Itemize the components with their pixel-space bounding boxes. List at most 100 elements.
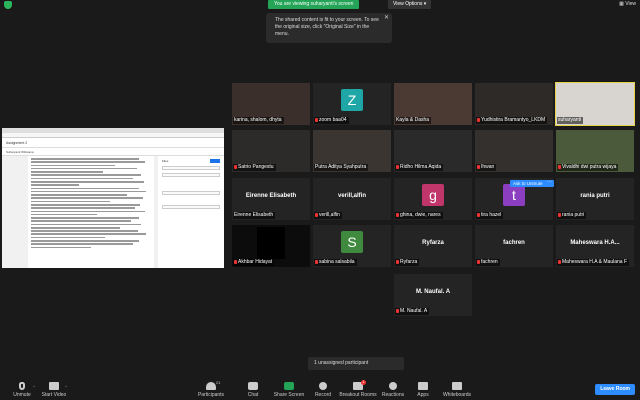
participants-count: 21 (216, 380, 221, 385)
participants-label: Participants (197, 392, 225, 398)
participant-tile[interactable]: Satrio Pangestu (232, 130, 310, 172)
microphone-muted-icon (477, 117, 480, 122)
close-icon[interactable]: ✕ (384, 15, 389, 22)
share-screen-label: Share Screen (273, 392, 305, 398)
shared-screen[interactable]: Assignment 2 Suharyanti Wibisana Files (2, 128, 224, 268)
participant-name-label: Ihwan (476, 164, 497, 171)
share-screen-icon (284, 382, 294, 390)
chevron-up-icon[interactable]: ^ (65, 384, 67, 389)
shared-panel-field (162, 205, 220, 209)
participant-name: Satrio Pangestu (238, 164, 274, 170)
breakout-badge: 1 (361, 380, 366, 385)
view-button[interactable]: ▦ View (619, 1, 636, 7)
shared-doc-body: Files (2, 156, 224, 268)
participant-tile[interactable]: rania putri rania putri (556, 178, 634, 220)
participant-name: Eirenne Elisabeth (234, 212, 274, 218)
participants-icon (206, 382, 216, 390)
unassigned-participant-notice[interactable]: 1 unassigned participant (308, 357, 404, 370)
participant-name-label: Satrio Pangestu (233, 164, 276, 171)
participant-display-name: verill,alfin (337, 193, 366, 199)
viewing-banner: You are viewing suharyanti's screen (268, 0, 360, 9)
participant-avatar: Z (341, 89, 363, 111)
ask-to-unmute-button[interactable]: Ask to Unmute (510, 180, 546, 187)
participant-tile[interactable]: Ryfarza Ryfarza (394, 225, 472, 267)
participant-name: zoom baa04 (319, 117, 347, 123)
participant-tile[interactable]: g ghina, dwie, nares (394, 178, 472, 220)
participant-display-name: M. Naufal. A (415, 289, 451, 295)
participant-name-label: Maheswara H.A & Maulana F (557, 259, 630, 266)
leave-room-button[interactable]: Leave Room (595, 384, 635, 395)
participant-name-label: Kayla & Dasha (395, 117, 432, 124)
top-bar: You are viewing suharyanti's screen View… (0, 0, 640, 10)
participant-name: suharyanti (558, 117, 582, 123)
participant-name-label: Putra Aditya Syahputra (314, 164, 369, 171)
apps-label: Apps (417, 392, 429, 398)
microphone-muted-icon (396, 259, 399, 264)
more-options-button[interactable]: ··· (545, 180, 554, 187)
video-off-icon (49, 382, 59, 390)
participant-name: fachren (481, 259, 498, 265)
participant-tile[interactable]: Putra Aditya Syahputra (313, 130, 391, 172)
whiteboards-label: Whiteboards (442, 392, 472, 398)
participant-name-label: Ryfarza (395, 259, 420, 266)
microphone-muted-icon (558, 259, 561, 264)
view-label: View (625, 1, 636, 7)
participant-display-name: fachren (503, 240, 525, 246)
microphone-muted-icon (315, 117, 318, 122)
microphone-muted-icon (234, 164, 237, 169)
record-label: Record (314, 392, 332, 398)
participant-name: karina, shalom, dhyta (234, 117, 282, 123)
microphone-muted-icon (396, 212, 399, 217)
view-options-button[interactable]: View Options ▾ (388, 0, 432, 9)
participant-display-name: Eirenne Elisabeth (245, 193, 297, 199)
microphone-muted-icon (315, 212, 318, 217)
participant-avatar: g (422, 184, 444, 206)
fit-to-screen-tooltip: The shared content is fit to your screen… (266, 13, 392, 43)
shared-document-page (28, 156, 154, 268)
unmute-label: Unmute (13, 392, 31, 398)
apps-icon (418, 382, 428, 390)
participant-name-label: karina, shalom, dhyta (233, 117, 284, 124)
participant-tile[interactable]: karina, shalom, dhyta (232, 83, 310, 125)
participant-tile[interactable]: Akhbar Hidayat (232, 225, 310, 267)
participant-tile[interactable]: Vivaldhi dwi putra wijaya (556, 130, 634, 172)
participant-name-label: Ridho Hilma Aqida (395, 164, 444, 171)
shared-panel-title: Files (162, 159, 169, 163)
participant-display-name: Maheswara H.A... (570, 240, 620, 246)
participant-name-label: tira hazel (476, 212, 504, 219)
participant-name-label: Yudhistira Bramantyo_LKDM (476, 117, 548, 124)
microphone-muted-icon (396, 164, 399, 169)
participant-tile[interactable]: Kayla & Dasha (394, 83, 472, 125)
participant-tile[interactable]: suharyanti (555, 82, 635, 126)
participant-tile[interactable]: Yudhistira Bramantyo_LKDM (475, 83, 553, 125)
start-video-label: Start Video (41, 392, 67, 398)
participant-tile[interactable]: Eirenne Elisabeth Eirenne Elisabeth (232, 178, 310, 220)
chat-label: Chat (247, 392, 259, 398)
participant-name-label: M. Naufal. A (395, 308, 430, 315)
shared-doc-title: Assignment 2 (2, 138, 224, 148)
whiteboards-button[interactable]: Whiteboards (435, 382, 479, 398)
participant-tile[interactable]: M. Naufal. A M. Naufal. A (394, 274, 472, 316)
participant-avatar: t (503, 184, 525, 206)
participant-tile[interactable]: verill,alfin verill,alfin (313, 178, 391, 220)
shared-doc-owner: Suharyanti Wibisana (2, 148, 224, 156)
shield-icon[interactable] (4, 1, 12, 9)
shared-panel-field (162, 173, 220, 177)
participant-tile[interactable]: Ihwan (475, 130, 553, 172)
participant-tile[interactable]: Zzoom baa04 (313, 83, 391, 125)
participant-name-label: Vivaldhi dwi putra wijaya (557, 164, 619, 171)
participant-name: Ridho Hilma Aqida (400, 164, 442, 170)
microphone-muted-icon (558, 212, 561, 217)
microphone-muted-icon (396, 308, 399, 313)
participant-display-name: rania putri (580, 193, 610, 199)
participant-tile[interactable]: Ridho Hilma Aqida (394, 130, 472, 172)
participant-tile[interactable]: Maheswara H.A... Maheswara H.A & Maulana … (556, 225, 634, 267)
microphone-muted-icon (19, 382, 25, 390)
start-video-button[interactable]: ^ Start Video (32, 382, 76, 398)
participant-name-label: zoom baa04 (314, 117, 349, 124)
participant-tile[interactable]: Ssabina salsabila (313, 225, 391, 267)
participant-name: Ihwan (481, 164, 495, 170)
participant-tile[interactable]: fachren fachren (475, 225, 553, 267)
tooltip-text: The shared content is fit to your screen… (275, 17, 379, 37)
participants-button[interactable]: 21 Participants (189, 380, 233, 398)
